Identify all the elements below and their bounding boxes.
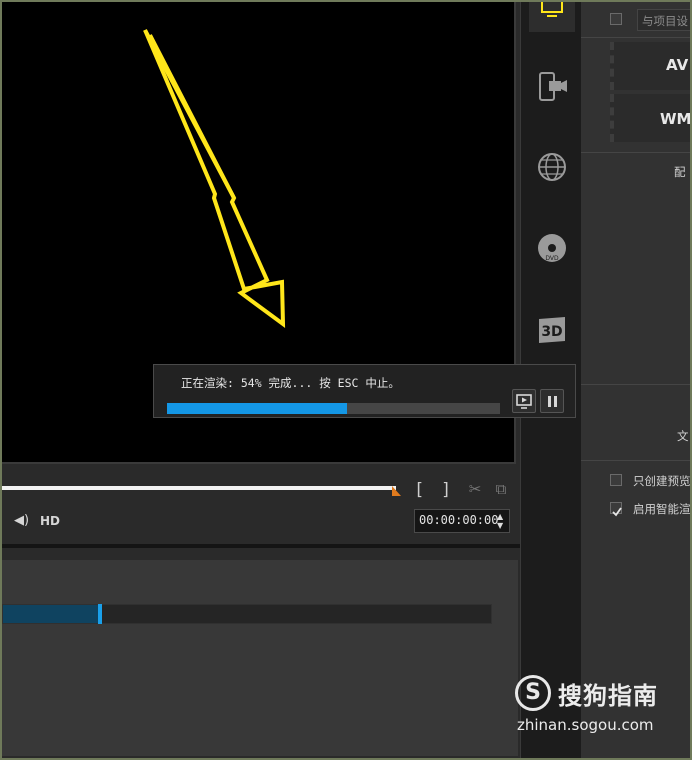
- separator: [581, 152, 692, 153]
- lower-progress-fill: [3, 605, 101, 623]
- smart-render-label: 启用智能渲: [633, 502, 691, 516]
- match-project-checkbox[interactable]: [610, 13, 622, 25]
- format-wmv[interactable]: WM: [610, 94, 692, 142]
- render-preview-button[interactable]: [512, 389, 536, 413]
- timecode-value: 00:00:00:00: [419, 513, 499, 527]
- render-progress-bar: [167, 403, 500, 414]
- file-label: 文: [677, 429, 689, 443]
- lower-progress-track: [2, 604, 492, 624]
- render-progress-fill: [167, 403, 347, 414]
- svg-text:3D: 3D: [541, 324, 562, 340]
- watermark-title: 搜狗指南: [558, 682, 658, 710]
- monitor-icon[interactable]: [535, 0, 569, 26]
- mark-in-button[interactable]: [: [414, 480, 424, 500]
- separator: [581, 384, 692, 385]
- separator: [581, 37, 692, 38]
- scissors-icon[interactable]: ✂: [466, 480, 484, 498]
- smart-render-checkbox[interactable]: [610, 502, 622, 517]
- format-avi[interactable]: AV: [610, 42, 692, 90]
- svg-text:DVD: DVD: [545, 255, 559, 262]
- lower-panel: [2, 560, 518, 756]
- render-progress-dialog: 正在渲染: 54% 完成... 按 ESC 中止。: [153, 364, 576, 418]
- hd-toggle[interactable]: HD: [40, 514, 60, 528]
- speaker-icon[interactable]: ◀): [14, 513, 29, 528]
- watermark-url: zhinan.sogou.com: [517, 716, 654, 734]
- only-preview-label: 只创建预览: [633, 474, 691, 488]
- preview-icon: [516, 394, 532, 409]
- annotation-arrow: [143, 29, 286, 329]
- mobile-device-icon[interactable]: [535, 70, 569, 104]
- copy-icon[interactable]: ⧉: [492, 480, 510, 498]
- sogou-logo-icon: S: [515, 675, 551, 711]
- disc-icon[interactable]: DVD: [535, 231, 569, 265]
- format-avi-label: AV: [666, 56, 689, 74]
- timecode-spinner[interactable]: ▲ ▼: [497, 512, 507, 530]
- timecode-input[interactable]: 00:00:00:00 ▲ ▼: [414, 509, 510, 533]
- format-wmv-label: WM: [660, 110, 692, 128]
- match-project-label: 与项目设: [642, 14, 688, 28]
- panel-divider[interactable]: [2, 544, 520, 548]
- globe-icon[interactable]: [535, 150, 569, 184]
- 3d-icon[interactable]: 3D: [535, 313, 569, 347]
- checkmark-icon: [612, 507, 622, 517]
- render-status-text: 正在渲染: 54% 完成... 按 ESC 中止。: [181, 376, 400, 390]
- separator: [581, 460, 692, 461]
- lower-progress-cursor[interactable]: [98, 604, 102, 624]
- pause-icon: [548, 396, 551, 407]
- mark-out-button[interactable]: ]: [441, 480, 451, 500]
- render-pause-button[interactable]: [540, 389, 564, 413]
- timeline-scrubber[interactable]: [2, 486, 396, 490]
- config-label: 配: [674, 165, 686, 179]
- match-project-field[interactable]: 与项目设: [637, 9, 692, 31]
- only-preview-checkbox[interactable]: [610, 474, 622, 486]
